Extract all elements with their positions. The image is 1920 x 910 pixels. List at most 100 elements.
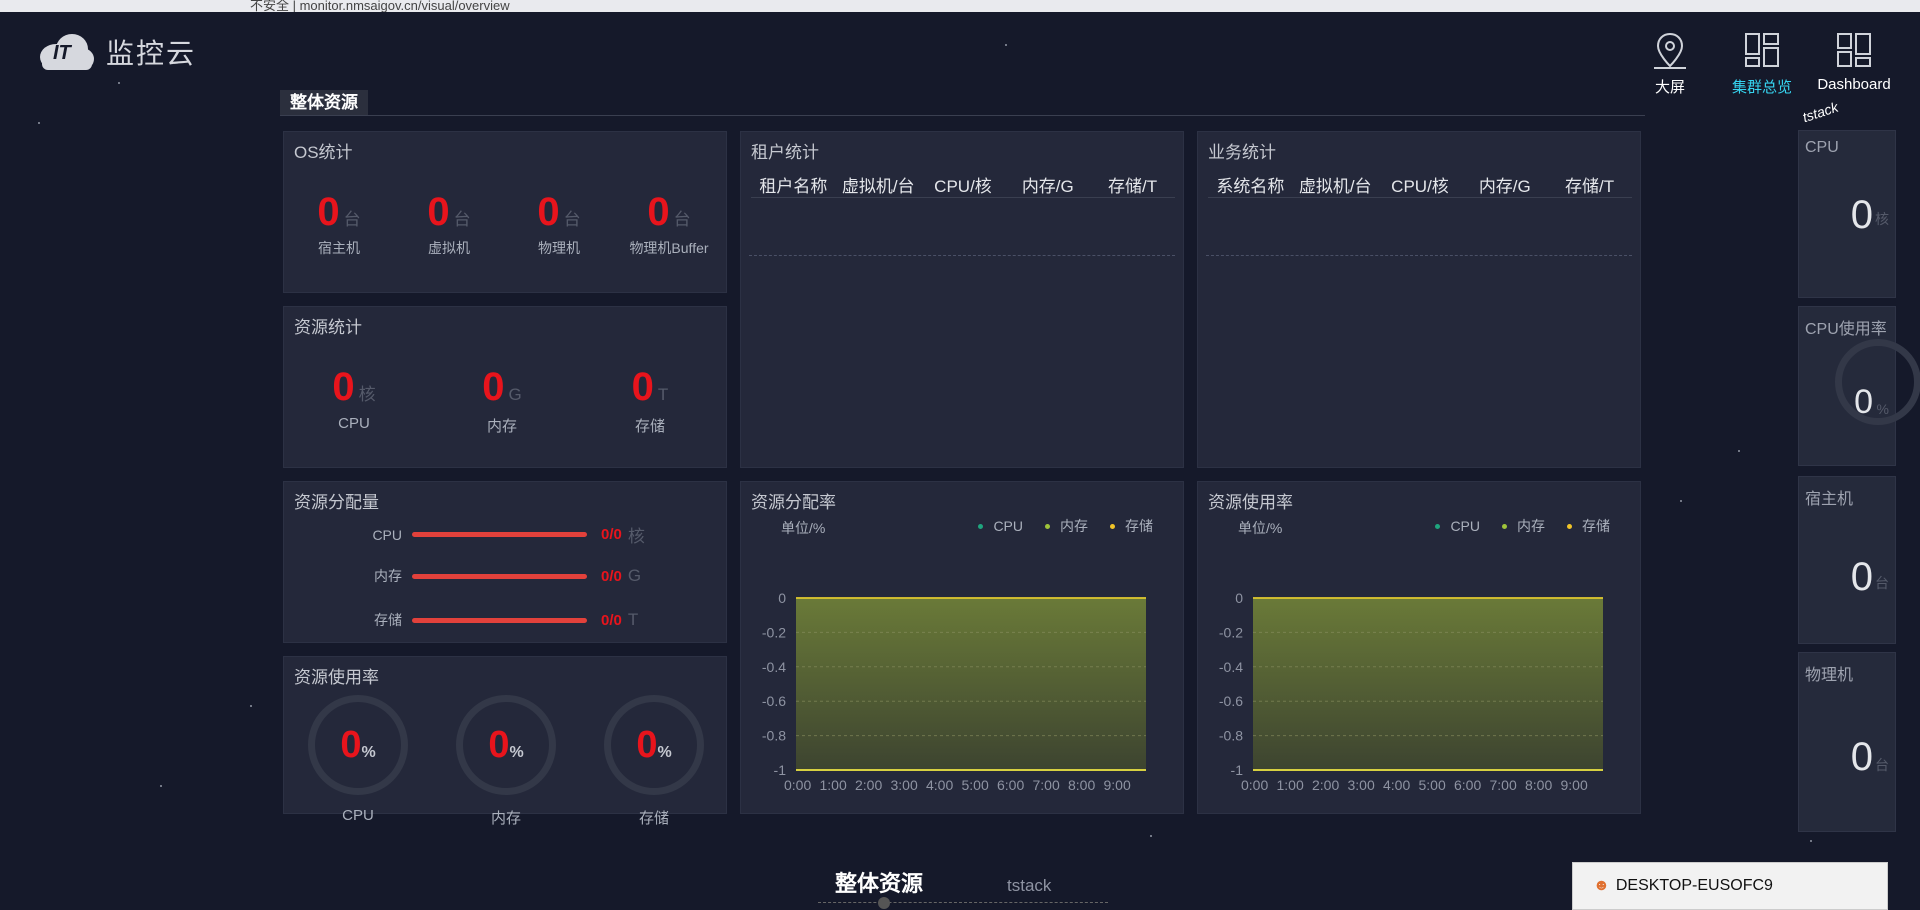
nav-cluster-overview[interactable]: 集群总览 bbox=[1726, 30, 1798, 97]
resource-stats-panel: 资源统计 0核 CPU 0G 内存 0T 存储 bbox=[283, 306, 727, 468]
tenant-table-header: 租户名称 虚拟机/台 CPU/核 内存/G 存储/T bbox=[751, 172, 1175, 198]
gauge-unit: % bbox=[509, 744, 524, 761]
y-tick-label: 0 bbox=[1235, 590, 1243, 606]
side-card-title: 宿主机 bbox=[1805, 491, 1854, 508]
stat-value: 0 bbox=[427, 190, 450, 234]
alloc-rate-chart[interactable]: 0 -0.2 -0.4 -0.6 -0.8 -10:00 1:00 2:00 3:00 4:00 5… bbox=[741, 482, 1185, 815]
alloc-rate-chart-panel: 资源分配率 单位/% CPU 内存 存储 0 -0.2 -0.4 -0.6 -0.8 -1… bbox=[740, 481, 1184, 814]
usage-rate-chart[interactable]: 0 -0.2 -0.4 -0.6 -0.8 -10:00 1:00 2:00 3:00 4:00 5… bbox=[1198, 482, 1642, 815]
stat-unit: 台 bbox=[673, 210, 691, 229]
column-header[interactable]: 内存/G bbox=[1005, 172, 1090, 197]
stat-value: 0 bbox=[647, 190, 670, 234]
panel-title: 资源统计 bbox=[294, 318, 362, 337]
column-header[interactable]: 内存/G bbox=[1462, 172, 1547, 197]
x-tick-label: 1:00 bbox=[820, 777, 847, 793]
allocation-name: 内存 bbox=[374, 568, 402, 584]
side-card-cpu: CPU 0 核 bbox=[1798, 130, 1896, 298]
allocation-bar bbox=[412, 532, 587, 537]
column-header[interactable]: 租户名称 bbox=[751, 172, 836, 197]
location-pin-icon bbox=[1654, 32, 1686, 69]
stat-label: 内存 bbox=[486, 418, 517, 435]
os-stat-physical: 0台 物理机 bbox=[509, 192, 609, 258]
desktop-name: DESKTOP-EUSOFC9 bbox=[1615, 877, 1773, 894]
column-header[interactable]: 虚拟机/台 bbox=[1293, 172, 1378, 197]
stat-value: 0 bbox=[332, 365, 355, 409]
nav-big-screen[interactable]: 大屏 bbox=[1634, 30, 1706, 97]
gauge-unit: % bbox=[657, 744, 672, 761]
column-header[interactable]: 系统名称 bbox=[1208, 172, 1293, 197]
column-header[interactable]: 存储/T bbox=[1547, 172, 1632, 197]
x-tick-label: 8:00 bbox=[1068, 777, 1095, 793]
stat-unit: T bbox=[657, 385, 669, 404]
stat-label: 存储 bbox=[634, 418, 665, 435]
allocation-name: CPU bbox=[372, 526, 402, 543]
y-tick-label: -0.2 bbox=[762, 624, 786, 640]
panel-title: 租户统计 bbox=[751, 143, 819, 162]
table-divider bbox=[749, 255, 1175, 256]
side-carousel-header[interactable]: tstack bbox=[1800, 99, 1840, 126]
grid-icon bbox=[1745, 33, 1779, 67]
usage-gauge-panel: 资源使用率 0% CPU 0% 内存 0% 存储 bbox=[283, 656, 727, 827]
column-header[interactable]: CPU/核 bbox=[921, 172, 1006, 197]
side-card-unit: 台 bbox=[1875, 757, 1889, 773]
gauge-value: 0 bbox=[488, 724, 510, 766]
browser-url[interactable]: 不安全 | monitor.nmsaigov.cn/visual/overvie… bbox=[250, 0, 510, 12]
x-tick-label: 2:00 bbox=[855, 777, 882, 793]
nav-cluster-overview-label: 集群总览 bbox=[1731, 79, 1792, 96]
allocation-value: 0/0 bbox=[601, 526, 622, 543]
desktop-taskbar-item[interactable]: ☻ DESKTOP-EUSOFC9 bbox=[1572, 862, 1888, 910]
y-tick-label: -0.4 bbox=[1219, 659, 1243, 675]
app-logo[interactable]: IT 监控云 bbox=[36, 32, 196, 72]
carousel-current-title[interactable]: 整体资源 bbox=[835, 866, 923, 898]
section-tab[interactable]: 整体资源 bbox=[280, 90, 368, 116]
stat-unit: 核 bbox=[358, 385, 376, 404]
stat-value: 0 bbox=[482, 365, 505, 409]
carousel-slider-knob[interactable] bbox=[878, 897, 890, 909]
stat-unit: 台 bbox=[453, 210, 471, 229]
y-tick-label: -0.6 bbox=[1219, 693, 1243, 709]
side-card-value: 0 bbox=[1850, 193, 1873, 237]
allocation-bar bbox=[412, 617, 587, 623]
allocation-row-cpu: CPU 0/0 核 bbox=[354, 522, 645, 547]
business-stats-panel: 业务统计 系统名称 虚拟机/台 CPU/核 内存/G 存储/T bbox=[1197, 131, 1641, 468]
carousel-next-title[interactable]: tstack bbox=[1007, 876, 1051, 896]
business-table-header: 系统名称 虚拟机/台 CPU/核 内存/G 存储/T bbox=[1208, 172, 1632, 198]
x-tick-label: 1:00 bbox=[1277, 777, 1304, 793]
side-card-cpu-usage: CPU使用率 0 % bbox=[1798, 306, 1920, 466]
side-card-value: 0 bbox=[1850, 735, 1873, 779]
column-header[interactable]: CPU/核 bbox=[1378, 172, 1463, 197]
stat-value: 0 bbox=[631, 365, 654, 409]
gauge-label: 存储 bbox=[638, 810, 669, 827]
x-tick-label: 3:00 bbox=[1348, 777, 1375, 793]
y-tick-label: -0.4 bbox=[762, 659, 786, 675]
allocation-row-memory: 内存 0/0 G bbox=[354, 566, 641, 586]
dashboard-grid-icon bbox=[1837, 33, 1871, 67]
x-tick-label: 2:00 bbox=[1312, 777, 1339, 793]
gauge-value: 0 bbox=[340, 724, 362, 766]
nav-dashboard[interactable]: Dashboard bbox=[1817, 30, 1891, 97]
area-fill bbox=[796, 598, 1146, 770]
stat-value: 0 bbox=[317, 190, 340, 234]
stat-unit: 台 bbox=[563, 210, 581, 229]
stat-label: CPU bbox=[338, 415, 370, 432]
logo-letters: IT bbox=[53, 42, 71, 64]
nav-dashboard-label: Dashboard bbox=[1817, 76, 1891, 93]
allocation-bar bbox=[412, 573, 587, 579]
allocation-unit: T bbox=[627, 610, 639, 629]
x-tick-label: 6:00 bbox=[997, 777, 1024, 793]
gauge-storage: 0% bbox=[604, 695, 704, 795]
column-header[interactable]: 虚拟机/台 bbox=[836, 172, 921, 197]
x-tick-label: 9:00 bbox=[1561, 777, 1588, 793]
y-tick-label: -1 bbox=[1231, 762, 1244, 778]
allocation-unit: 核 bbox=[627, 527, 645, 546]
stat-label: 物理机Buffer bbox=[629, 240, 709, 256]
panel-title: OS统计 bbox=[294, 143, 353, 162]
carousel-slider[interactable] bbox=[818, 897, 1108, 910]
allocation-value: 0/0 bbox=[601, 611, 622, 629]
x-tick-label: 0:00 bbox=[1241, 777, 1268, 793]
browser-address-bar[interactable]: 不安全 | monitor.nmsaigov.cn/visual/overvie… bbox=[0, 0, 1920, 12]
column-header[interactable]: 存储/T bbox=[1090, 172, 1175, 197]
allocation-unit: G bbox=[627, 566, 642, 585]
gauge-unit: % bbox=[361, 744, 376, 761]
gauge-label: 内存 bbox=[490, 810, 521, 827]
